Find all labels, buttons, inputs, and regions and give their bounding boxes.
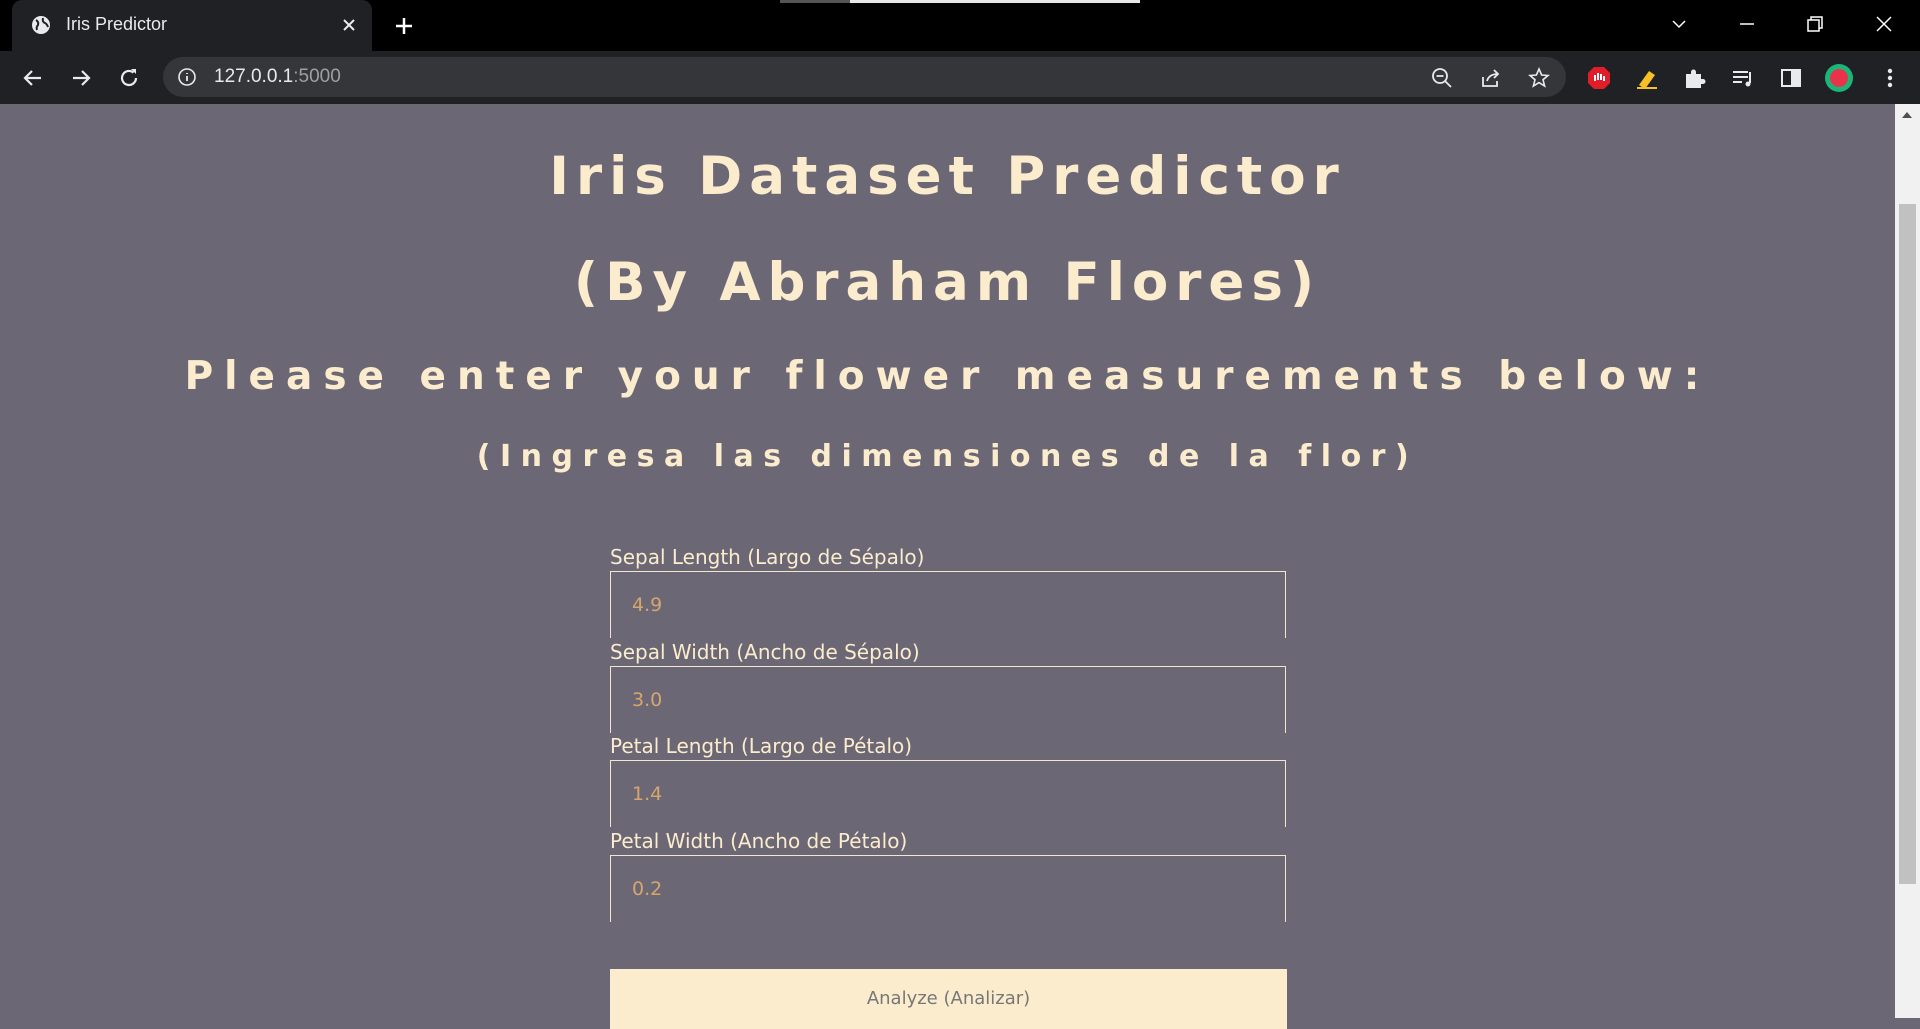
scrollbar[interactable] — [1895, 104, 1920, 1018]
analyze-button[interactable]: Analyze (Analizar) — [610, 969, 1287, 1029]
scroll-up-arrow-icon[interactable] — [1902, 112, 1912, 118]
globe-icon — [32, 16, 50, 34]
sepal-length-input[interactable] — [610, 571, 1286, 638]
info-icon[interactable] — [177, 67, 197, 87]
close-icon[interactable] — [338, 14, 360, 36]
minimize-icon[interactable] — [1735, 12, 1759, 36]
page-author: (By Abraham Flores) — [573, 252, 1322, 313]
browser-titlebar: Iris Predictor — [0, 0, 1920, 51]
close-window-icon[interactable] — [1872, 12, 1896, 36]
page-subtitle: Please enter your flower measurements be… — [184, 354, 1711, 399]
share-icon[interactable] — [1479, 66, 1503, 90]
zoom-out-icon[interactable] — [1430, 66, 1454, 90]
titlebar-strip — [850, 0, 1140, 3]
scroll-thumb[interactable] — [1899, 204, 1916, 884]
kebab-icon[interactable] — [1879, 65, 1901, 91]
highlighter-icon[interactable] — [1634, 65, 1660, 91]
page-subtitle-spanish: (Ingresa las dimensiones de la flor) — [476, 439, 1419, 474]
restore-icon[interactable] — [1803, 12, 1827, 36]
puzzle-icon[interactable] — [1682, 65, 1708, 91]
reload-icon[interactable] — [116, 65, 142, 91]
arrow-left-icon[interactable] — [20, 65, 46, 91]
sepal-length-label: Sepal Length (Largo de Sépalo) — [610, 545, 925, 569]
tab-title: Iris Predictor — [66, 14, 168, 34]
arrow-right-icon[interactable] — [68, 65, 94, 91]
sepal-width-input[interactable] — [610, 666, 1286, 733]
star-icon[interactable] — [1527, 66, 1551, 90]
petal-width-label: Petal Width (Ancho de Pétalo) — [610, 829, 908, 853]
petal-length-label: Petal Length (Largo de Pétalo) — [610, 734, 913, 758]
browser-tab[interactable]: Iris Predictor — [12, 0, 372, 51]
page-content: Iris Dataset Predictor (By Abraham Flore… — [0, 104, 1895, 1029]
adblock-icon[interactable] — [1586, 65, 1612, 91]
sepal-width-label: Sepal Width (Ancho de Sépalo) — [610, 640, 920, 664]
media-control-icon[interactable] — [1730, 65, 1756, 91]
page-title: Iris Dataset Predictor — [549, 146, 1346, 207]
titlebar-strip — [780, 0, 850, 3]
chevron-down-icon[interactable] — [1667, 12, 1691, 36]
profile-avatar[interactable] — [1825, 64, 1853, 92]
plus-icon[interactable] — [392, 14, 416, 38]
petal-width-input[interactable] — [610, 855, 1286, 922]
petal-length-input[interactable] — [610, 760, 1286, 827]
url-text: 127.0.0.1:5000 — [214, 66, 341, 87]
side-panel-icon[interactable] — [1778, 65, 1804, 91]
address-bar[interactable]: 127.0.0.1:5000 — [163, 57, 1566, 97]
browser-toolbar: 127.0.0.1:5000 — [0, 51, 1920, 104]
